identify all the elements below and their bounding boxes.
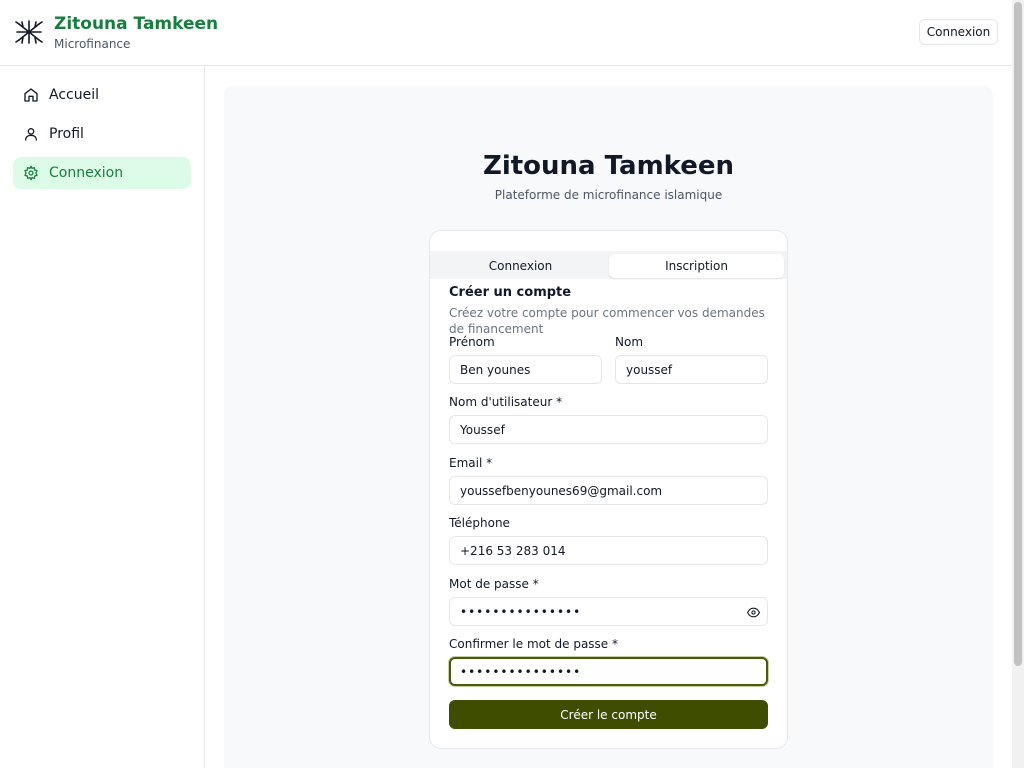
- app-header: Zitouna Tamkeen Microfinance Connexion: [0, 0, 1012, 66]
- gear-icon: [24, 165, 38, 181]
- sidebar-item-connexion[interactable]: Connexion: [13, 157, 191, 189]
- phone-value: +216 53 283 014: [460, 543, 566, 558]
- username-field[interactable]: Youssef: [449, 415, 768, 444]
- home-icon: [24, 88, 38, 102]
- email-field[interactable]: youssefbenyounes69@gmail.com: [449, 476, 768, 505]
- phone-label: Téléphone: [449, 516, 510, 530]
- phone-field[interactable]: +216 53 283 014: [449, 536, 768, 565]
- sidebar-item-label: Accueil: [49, 87, 99, 103]
- sidebar: Accueil Profil Connexion: [0, 66, 205, 768]
- tree-logo-icon: [15, 20, 43, 44]
- first-name-value: Ben younes: [460, 362, 531, 377]
- auth-card: Connexion Inscription Créer un compte Cr…: [429, 230, 788, 749]
- last-name-label: Nom: [615, 335, 644, 349]
- email-value: youssefbenyounes69@gmail.com: [460, 483, 663, 498]
- last-name-value: youssef: [626, 362, 673, 377]
- sidebar-item-accueil[interactable]: Accueil: [13, 79, 191, 111]
- form-title: Créer un compte: [449, 285, 572, 300]
- sidebar-item-profil[interactable]: Profil: [13, 118, 191, 150]
- page-title: Zitouna Tamkeen: [482, 151, 735, 181]
- confirm-password-field[interactable]: •••••••••••••••: [449, 657, 768, 686]
- last-name-field[interactable]: youssef: [615, 355, 768, 384]
- scrollbar[interactable]: [1012, 0, 1024, 768]
- brand-subtitle: Microfinance: [54, 37, 131, 51]
- header-login-button[interactable]: Connexion: [919, 19, 998, 45]
- first-name-field[interactable]: Ben younes: [449, 355, 602, 384]
- password-field[interactable]: •••••••••••••••: [449, 597, 768, 626]
- brand-title: Zitouna Tamkeen: [54, 14, 219, 34]
- email-label: Email *: [449, 456, 493, 470]
- user-icon: [25, 128, 37, 141]
- create-account-button[interactable]: Créer le compte: [449, 700, 768, 729]
- form-description: Créez votre compte pour commencer vos de…: [449, 306, 765, 336]
- sidebar-item-label: Profil: [49, 126, 84, 142]
- tab-connexion[interactable]: Connexion: [434, 254, 607, 278]
- eye-icon[interactable]: [747, 606, 760, 619]
- username-value: Youssef: [460, 422, 505, 437]
- first-name-label: Prénom: [449, 335, 495, 349]
- tab-inscription[interactable]: Inscription: [609, 254, 784, 278]
- confirm-password-value: •••••••••••••••: [460, 664, 582, 679]
- main-content: Zitouna Tamkeen Plateforme de microfinan…: [224, 86, 993, 768]
- password-label: Mot de passe *: [449, 577, 539, 591]
- sidebar-item-label: Connexion: [49, 165, 124, 181]
- password-value: •••••••••••••••: [460, 604, 582, 619]
- auth-tabs: Connexion Inscription: [430, 251, 787, 279]
- scrollbar-thumb[interactable]: [1014, 2, 1022, 666]
- username-label: Nom d'utilisateur *: [449, 395, 563, 409]
- confirm-password-label: Confirmer le mot de passe *: [449, 637, 618, 651]
- page-subtitle: Plateforme de microfinance islamique: [494, 188, 723, 202]
